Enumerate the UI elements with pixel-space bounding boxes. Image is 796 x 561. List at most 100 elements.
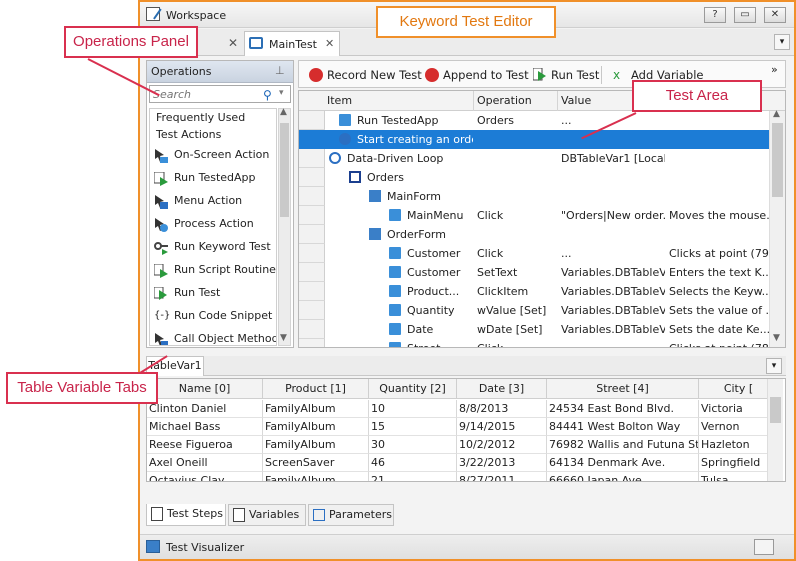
table-cell[interactable]: 84441 West Bolton Way xyxy=(547,418,699,436)
table-cell[interactable]: 76982 Wallis and Futuna St. xyxy=(547,436,699,454)
close-tab-icon[interactable]: ✕ xyxy=(228,36,238,50)
table-cell[interactable]: ScreenSaver xyxy=(263,454,369,472)
table-cell[interactable]: Reese Figueroa xyxy=(147,436,263,454)
table-cell[interactable]: 30 xyxy=(369,436,457,454)
grid-cell-op: wValue [Set] xyxy=(477,304,547,317)
operations-group[interactable]: Frequently Used xyxy=(150,109,276,126)
test-step-row[interactable]: MainMenu Click "Orders|New order... Moves t… xyxy=(299,206,769,225)
table-cell[interactable]: 24534 East Bond Blvd. xyxy=(547,400,699,418)
grid-cell-item: Customer xyxy=(407,247,461,260)
add-variable-icon: x xyxy=(613,68,621,82)
tab-parameters[interactable]: Parameters xyxy=(308,504,394,526)
test-step-row[interactable]: Customer SetText Variables.DBTableV... Ente… xyxy=(299,263,769,282)
tab-test-steps[interactable]: Test Steps xyxy=(146,504,226,526)
grid-cell-desc: Sets the date Ke... xyxy=(669,323,769,336)
ctrl-icon xyxy=(389,247,401,259)
help-button[interactable]: ? xyxy=(704,7,726,23)
grid-cell-val: DBTableVar1 [Local... xyxy=(561,152,665,165)
test-step-row[interactable]: Product... ClickItem Variables.DBTableV...… xyxy=(299,282,769,301)
menu-action-icon xyxy=(154,194,168,209)
grid-cell-item: MainMenu xyxy=(407,209,464,222)
test-visualizer-label[interactable]: Test Visualizer xyxy=(166,541,244,554)
toolbar-overflow-button[interactable]: » xyxy=(771,63,778,76)
test-step-row[interactable]: Date wDate [Set] Variables.DBTableV... Sets… xyxy=(299,320,769,339)
grid-scrollbar[interactable]: ▲ ▼ xyxy=(769,109,785,347)
test-step-row[interactable]: Run TestedApp Orders... xyxy=(299,111,769,130)
column-header-value[interactable]: Value xyxy=(561,94,591,107)
operation-item[interactable]: Run TestedApp xyxy=(150,166,276,189)
operation-item[interactable]: Run Script Routine xyxy=(150,258,276,281)
operations-panel: Operations ⊥ ⚲ ▾ Frequently Used Test Ac… xyxy=(146,60,294,348)
table-cell[interactable]: FamilyAlbum xyxy=(263,436,369,454)
grid-cell-item: Data-Driven Loop xyxy=(347,152,444,165)
operation-item[interactable]: Run Keyword Test xyxy=(150,235,276,258)
visualizer-toggle-icon[interactable] xyxy=(754,539,774,555)
table-cell[interactable]: FamilyAlbum xyxy=(263,400,369,418)
operations-scrollbar[interactable]: ▲ ▼ xyxy=(278,107,291,346)
grid-cell-desc xyxy=(669,130,769,149)
table-cell[interactable]: FamilyAlbum xyxy=(263,418,369,436)
table-column-header[interactable]: Date [3] xyxy=(457,379,547,399)
operation-item[interactable]: On-Screen Action xyxy=(150,143,276,166)
close-window-button[interactable]: ✕ xyxy=(764,7,786,23)
close-tab-icon[interactable]: ✕ xyxy=(325,37,334,50)
table-scrollbar[interactable] xyxy=(767,379,783,481)
table-cell[interactable]: Clinton Daniel xyxy=(147,400,263,418)
tab-variables[interactable]: Variables xyxy=(228,504,306,526)
operation-item[interactable]: Run Test xyxy=(150,281,276,304)
operations-group[interactable]: Test Actions xyxy=(150,126,276,143)
grid-cell-item: Product... xyxy=(407,285,460,298)
callout-operations-panel: Operations Panel xyxy=(64,26,198,58)
script-routine-icon xyxy=(153,263,168,278)
operation-item[interactable]: Process Action xyxy=(150,212,276,235)
test-step-row[interactable]: Orders xyxy=(299,168,769,187)
tab-maintest[interactable]: MainTest ✕ xyxy=(244,31,340,56)
table-column-header[interactable]: Street [4] xyxy=(547,379,699,399)
table-cell[interactable]: Axel Oneill xyxy=(147,454,263,472)
table-cell[interactable]: 21 xyxy=(369,472,457,481)
table-column-header[interactable]: Quantity [2] xyxy=(369,379,457,399)
operation-item[interactable]: Menu Action xyxy=(150,189,276,212)
test-visualizer-icon[interactable] xyxy=(146,540,160,553)
grid-cell-op: SetText xyxy=(477,266,518,279)
restore-button[interactable]: ▭ xyxy=(734,7,756,23)
test-step-row[interactable]: Street Click... Clicks at point (78.... xyxy=(299,339,769,347)
table-column-header[interactable]: Name [0] xyxy=(147,379,263,399)
pin-icon[interactable]: ⊥ xyxy=(275,64,285,77)
test-step-row[interactable]: MainForm xyxy=(299,187,769,206)
call-method-icon xyxy=(154,332,168,345)
test-step-row[interactable]: Start creating an order xyxy=(299,130,769,149)
test-step-row[interactable]: Customer Click... Clicks at point (79.... xyxy=(299,244,769,263)
table-cell[interactable]: 10/2/2012 xyxy=(457,436,547,454)
grid-cell-val xyxy=(561,225,665,244)
tablevar-dropdown[interactable]: ▾ xyxy=(766,358,782,374)
table-cell[interactable]: 15 xyxy=(369,418,457,436)
table-cell[interactable]: 8/27/2011 xyxy=(457,472,547,481)
loop-icon xyxy=(329,152,341,164)
test-step-row[interactable]: OrderForm xyxy=(299,225,769,244)
search-dropdown-icon[interactable]: ▾ xyxy=(279,88,284,98)
table-column-header[interactable]: Product [1] xyxy=(263,379,369,399)
table-cell[interactable]: 46 xyxy=(369,454,457,472)
table-cell[interactable]: Octavius Clay xyxy=(147,472,263,481)
table-cell[interactable]: 8/8/2013 xyxy=(457,400,547,418)
table-cell[interactable]: 9/14/2015 xyxy=(457,418,547,436)
operation-item[interactable]: Call Object Method xyxy=(150,327,276,345)
table-variable-tabs: TableVar1 ▾ xyxy=(146,356,786,376)
table-cell[interactable]: 64134 Denmark Ave. xyxy=(547,454,699,472)
test-step-row[interactable]: Data-Driven Loop DBTableVar1 [Local... xyxy=(299,149,769,168)
table-cell[interactable]: 3/22/2013 xyxy=(457,454,547,472)
column-header-item[interactable]: Item xyxy=(327,94,352,107)
grid-cell-desc xyxy=(669,225,769,244)
tab-list-dropdown[interactable]: ▾ xyxy=(774,34,790,50)
table-cell[interactable]: Michael Bass xyxy=(147,418,263,436)
table-cell[interactable]: 66660 Japan Ave. xyxy=(547,472,699,481)
test-step-row[interactable]: Quantity wValue [Set] Variables.DBTableV..… xyxy=(299,301,769,320)
operation-item[interactable]: {-} Run Code Snippet xyxy=(150,304,276,327)
column-header-operation[interactable]: Operation xyxy=(477,94,532,107)
bottom-tabs: Test Steps Variables Parameters xyxy=(146,504,786,526)
table-cell[interactable]: 10 xyxy=(369,400,457,418)
grid-cell-val: ... xyxy=(561,114,572,127)
table-cell[interactable]: FamilyAlbum xyxy=(263,472,369,481)
search-icon[interactable]: ⚲ xyxy=(263,88,272,102)
